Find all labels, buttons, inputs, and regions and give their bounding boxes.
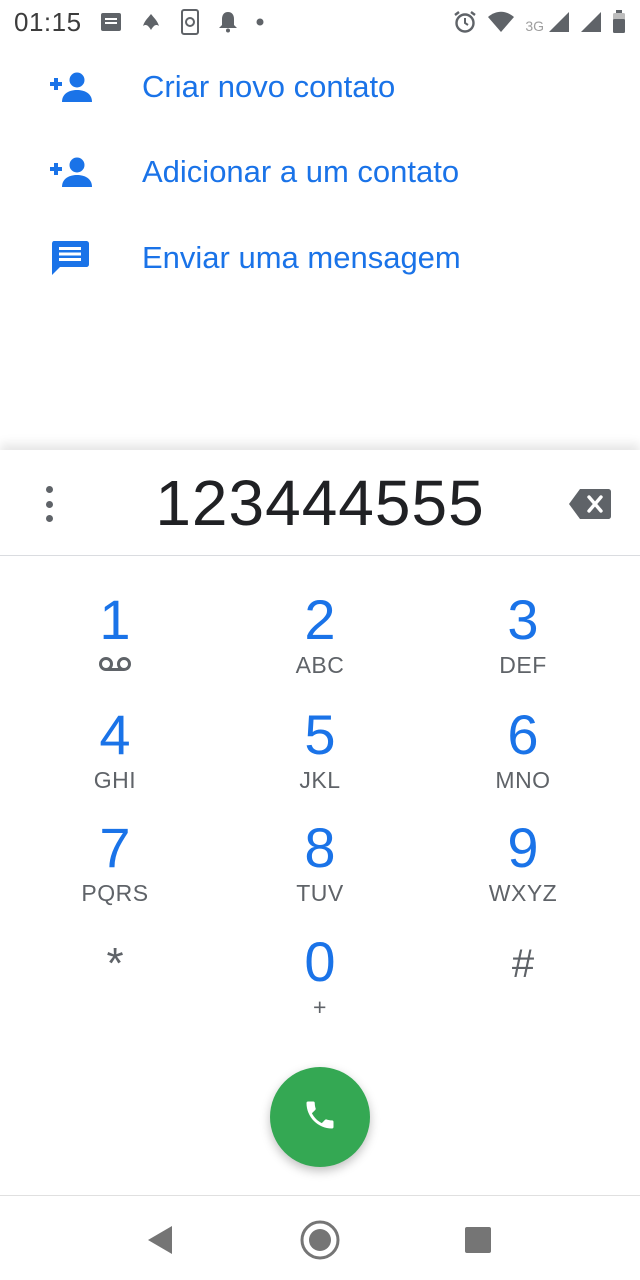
key-8[interactable]: 8 TUV xyxy=(240,818,400,918)
key-0[interactable]: 0 + xyxy=(240,932,400,1032)
key-letters: WXYZ xyxy=(488,880,558,906)
key-2[interactable]: 2 ABC xyxy=(240,590,400,690)
suggestion-list: Criar novo contato Adicionar a um contat… xyxy=(0,44,640,301)
key-digit: 7 xyxy=(99,816,131,879)
key-7[interactable]: 7 PQRS xyxy=(35,818,195,918)
dialpad-sheet: 123444555 1 2 ABC 3 DEF 4 GHI 5 JKL 6 MN… xyxy=(0,450,640,1195)
key-digit: 9 xyxy=(507,816,539,879)
phone-icon xyxy=(302,1097,338,1138)
key-1[interactable]: 1 xyxy=(35,590,195,690)
signal-icon xyxy=(548,11,570,33)
key-digit: 4 xyxy=(99,703,131,766)
key-letters: + xyxy=(313,994,327,1020)
app-notification-icon xyxy=(140,12,162,32)
call-button[interactable] xyxy=(270,1067,370,1167)
key-digit: # xyxy=(511,942,535,986)
message-icon xyxy=(0,240,142,276)
suggestion-label: Enviar uma mensagem xyxy=(142,239,461,275)
status-time: 01:15 xyxy=(14,6,82,37)
key-letters: PQRS xyxy=(81,880,149,906)
signal-icon xyxy=(580,11,602,33)
add-person-icon xyxy=(0,156,142,188)
digits-row: 123444555 xyxy=(0,450,640,556)
status-bar: 01:15 3G xyxy=(0,0,640,44)
key-3[interactable]: 3 DEF xyxy=(443,590,603,690)
key-letters: GHI xyxy=(93,767,137,793)
key-letters: JKL xyxy=(299,767,341,793)
backspace-icon[interactable] xyxy=(568,488,612,525)
key-5[interactable]: 5 JKL xyxy=(240,705,400,805)
status-right-icons: 3G xyxy=(453,10,626,34)
key-letters: TUV xyxy=(296,880,344,906)
send-message-item[interactable]: Enviar uma mensagem xyxy=(0,215,640,301)
key-digit: 1 xyxy=(99,588,131,651)
key-letters: MNO xyxy=(495,767,551,793)
key-letters: ABC xyxy=(295,652,345,678)
more-options-icon[interactable] xyxy=(38,486,60,522)
key-digit: 5 xyxy=(304,703,336,766)
key-digit: 2 xyxy=(304,588,336,651)
add-person-icon xyxy=(0,71,142,103)
key-6[interactable]: 6 MNO xyxy=(443,705,603,805)
status-left-icons xyxy=(100,9,264,35)
battery-icon xyxy=(612,10,626,34)
key-digit: 6 xyxy=(507,703,539,766)
network-type-label: 3G xyxy=(525,18,544,34)
home-icon[interactable] xyxy=(298,1218,342,1262)
bell-icon xyxy=(218,11,238,33)
key-hash[interactable]: # xyxy=(443,932,603,1032)
back-icon[interactable] xyxy=(138,1218,182,1262)
key-letters: DEF xyxy=(499,652,547,678)
suggestion-label: Adicionar a um contato xyxy=(142,154,460,190)
key-star[interactable]: * xyxy=(35,932,195,1032)
key-9[interactable]: 9 WXYZ xyxy=(443,818,603,918)
navigation-bar xyxy=(0,1195,640,1280)
phone-sync-icon xyxy=(180,9,200,35)
dot-icon xyxy=(256,18,264,26)
key-digit: 8 xyxy=(304,816,336,879)
entered-number[interactable]: 123444555 xyxy=(90,466,550,540)
voicemail-icon xyxy=(98,656,132,677)
wifi-icon xyxy=(487,11,515,33)
key-4[interactable]: 4 GHI xyxy=(35,705,195,805)
notification-message-icon xyxy=(100,12,122,32)
suggestion-label: Criar novo contato xyxy=(142,68,396,104)
key-digit: 3 xyxy=(507,588,539,651)
key-digit: 0 xyxy=(304,930,336,993)
recents-icon[interactable] xyxy=(456,1218,500,1262)
add-to-contact-item[interactable]: Adicionar a um contato xyxy=(0,130,640,216)
alarm-icon xyxy=(453,10,477,34)
key-digit: * xyxy=(106,939,124,988)
create-new-contact-item[interactable]: Criar novo contato xyxy=(0,44,640,130)
